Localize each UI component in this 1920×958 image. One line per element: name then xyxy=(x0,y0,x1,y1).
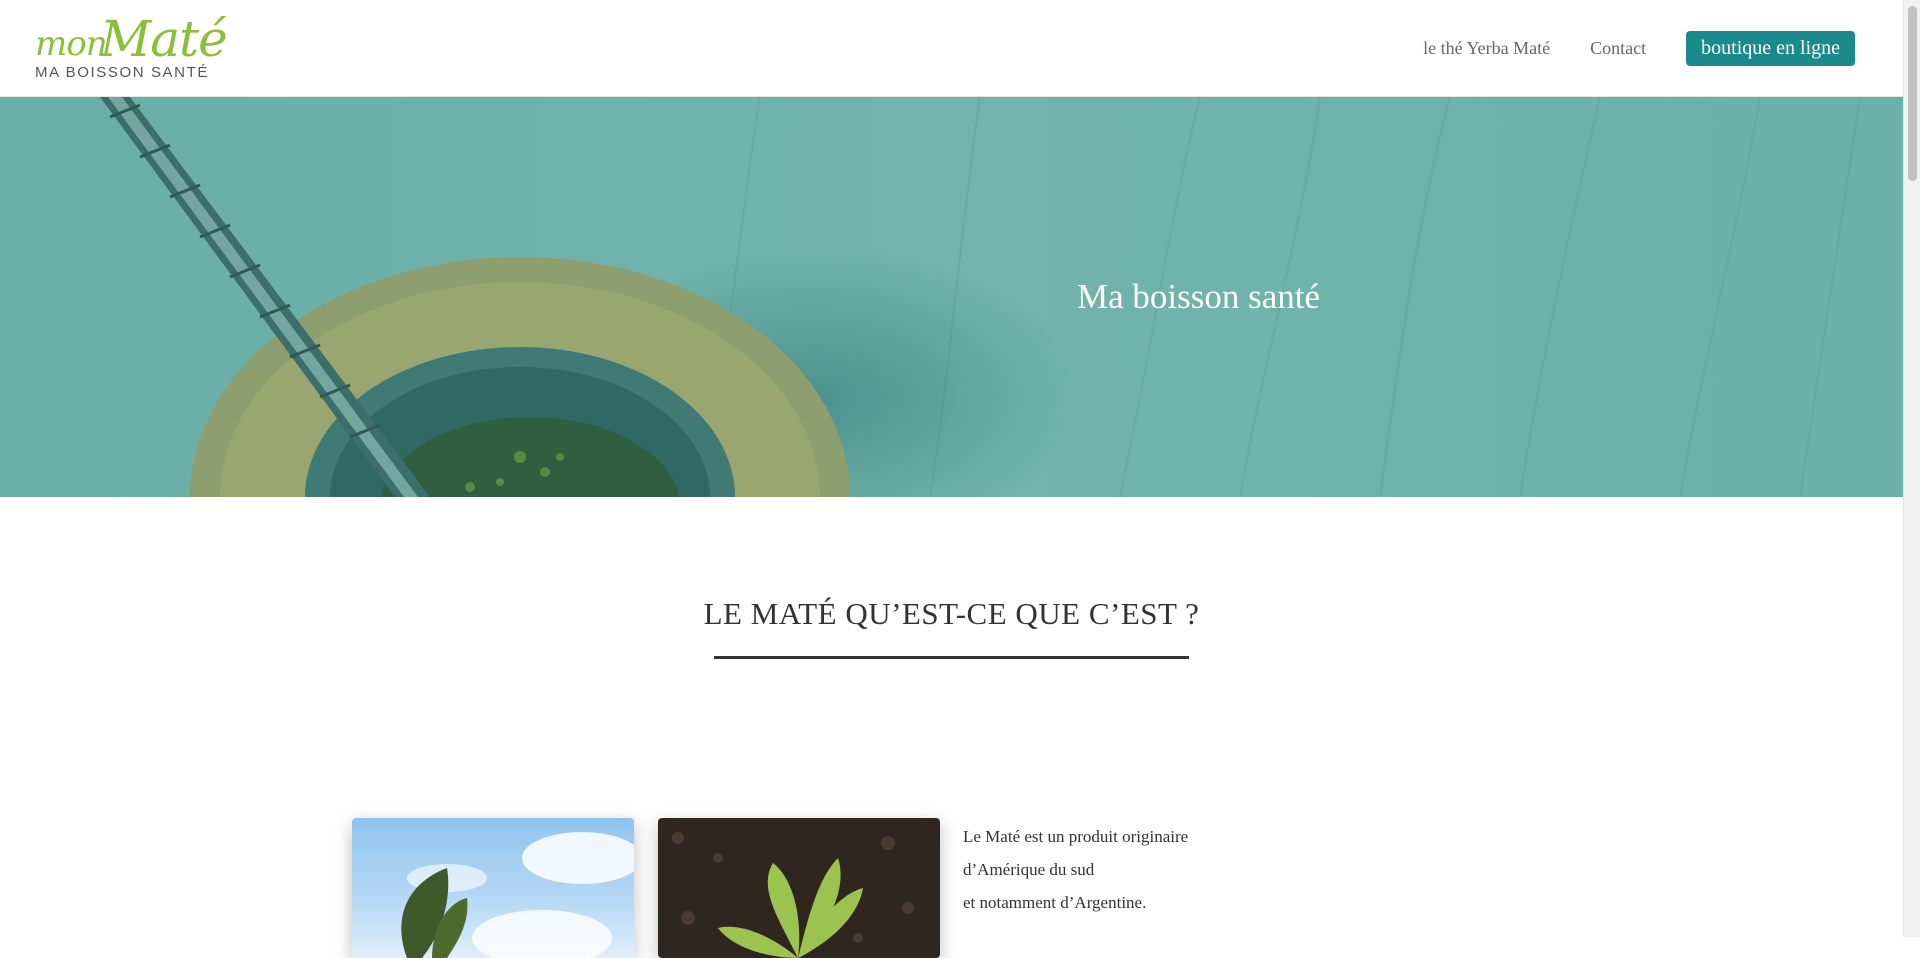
main-nav: le thé Yerba Maté Contact boutique en li… xyxy=(1423,30,1855,66)
page-scrollbar[interactable] xyxy=(1903,0,1920,937)
logo-tagline: MA BOISSON SANTÉ xyxy=(35,64,209,81)
hero-background-image xyxy=(0,97,1903,497)
logo-word-mate: Maté xyxy=(100,10,228,68)
hero-title: Ma boisson santé xyxy=(1077,277,1321,316)
intro-line: et notamment d’Argentine. xyxy=(963,893,1147,912)
intro-text: Le Maté est un produit originaire d’Amér… xyxy=(963,820,1188,919)
site-logo[interactable]: mon Maté MA BOISSON SANTÉ xyxy=(34,10,228,81)
scrollbar-thumb[interactable] xyxy=(1908,6,1917,181)
logo-word-mon: mon xyxy=(35,24,108,64)
section-divider xyxy=(714,656,1189,659)
leaf-sky-illustration xyxy=(401,832,634,958)
mate-leaf-image xyxy=(352,818,634,958)
nav-item-contact[interactable]: Contact xyxy=(1590,38,1646,59)
mate-plant-image xyxy=(658,818,940,958)
nav-item-yerba-mate[interactable]: le thé Yerba Maté xyxy=(1423,38,1550,59)
hero-banner: Ma boisson santé xyxy=(0,97,1903,497)
shop-online-button[interactable]: boutique en ligne xyxy=(1686,30,1855,66)
intro-line: Le Maté est un produit originaire xyxy=(963,827,1189,846)
section-title: LE MATÉ QU’EST-CE QUE C’EST ? xyxy=(703,596,1200,631)
seedling-illustration xyxy=(672,832,914,958)
intro-line: d’Amérique du sud xyxy=(963,860,1095,879)
site-header: mon Maté MA BOISSON SANTÉ le thé Yerba M… xyxy=(0,0,1903,97)
